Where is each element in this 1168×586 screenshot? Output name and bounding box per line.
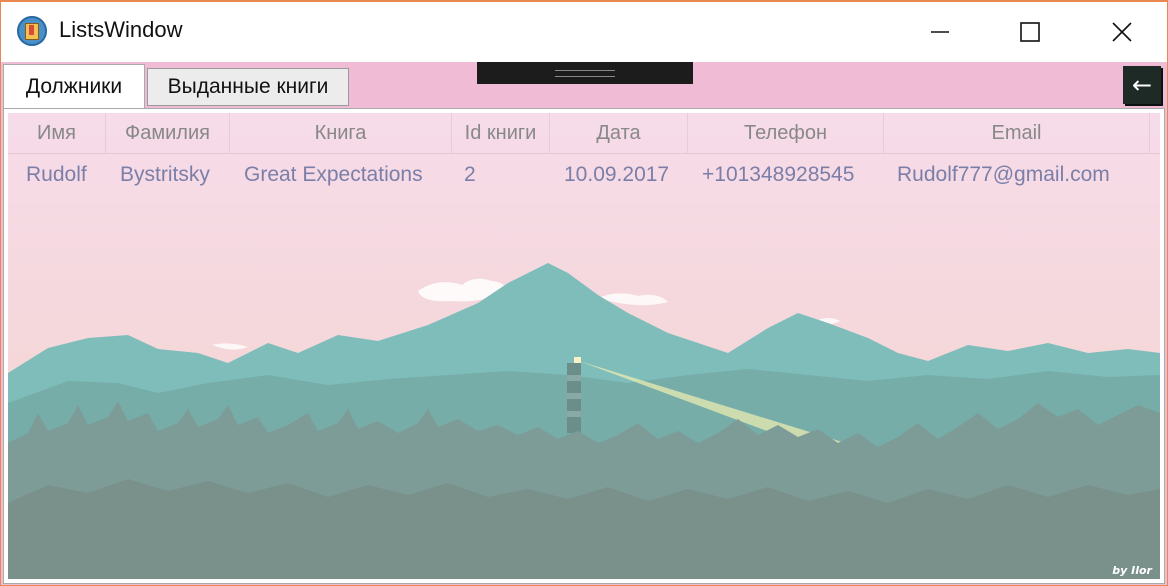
table-row[interactable]: Rudolf Bystritsky Great Expectations 2 1… [8, 154, 1160, 196]
column-header-email[interactable]: Email [884, 113, 1150, 153]
lists-window: ListsWindow Должники Выданные книги ← Им… [0, 0, 1168, 586]
grip-icon [555, 69, 615, 77]
maximize-icon [1020, 22, 1040, 42]
table-header: Имя Фамилия Книга Id книги Дата Телефон … [8, 113, 1160, 154]
column-header-last-name[interactable]: Фамилия [106, 113, 230, 153]
cell-phone: +101348928545 [702, 163, 855, 186]
minimize-icon [931, 31, 949, 33]
close-button[interactable] [1093, 10, 1151, 54]
cell-date: 10.09.2017 [564, 163, 670, 186]
column-header-book-id[interactable]: Id книги [452, 113, 550, 153]
back-button[interactable]: ← [1123, 66, 1161, 104]
column-header-phone[interactable]: Телефон [688, 113, 884, 153]
close-icon [1112, 22, 1132, 42]
tab-issued-books[interactable]: Выданные книги [147, 68, 349, 106]
watermark: by Ilor [1112, 564, 1152, 577]
cell-book-id: 2 [464, 163, 476, 186]
drag-handle[interactable] [477, 62, 693, 84]
cell-book: Great Expectations [244, 163, 423, 186]
column-header-first-name[interactable]: Имя [8, 113, 106, 153]
tab-debtors[interactable]: Должники [3, 64, 145, 108]
minimize-button[interactable] [911, 10, 969, 54]
client-area: Должники Выданные книги ← Имя Фамилия Кн… [1, 62, 1167, 585]
maximize-button[interactable] [1001, 10, 1059, 54]
cell-email: Rudolf777@gmail.com [897, 163, 1110, 186]
app-icon [17, 16, 47, 46]
column-header-date[interactable]: Дата [550, 113, 688, 153]
window-title: ListsWindow [59, 17, 183, 42]
cell-last-name: Bystritsky [120, 163, 210, 186]
debtors-table: Имя Фамилия Книга Id книги Дата Телефон … [8, 113, 1160, 196]
cell-first-name: Rudolf [26, 163, 87, 186]
title-bar[interactable]: ListsWindow [1, 2, 1167, 62]
column-header-book[interactable]: Книга [230, 113, 452, 153]
tab-content: Имя Фамилия Книга Id книги Дата Телефон … [3, 108, 1165, 584]
